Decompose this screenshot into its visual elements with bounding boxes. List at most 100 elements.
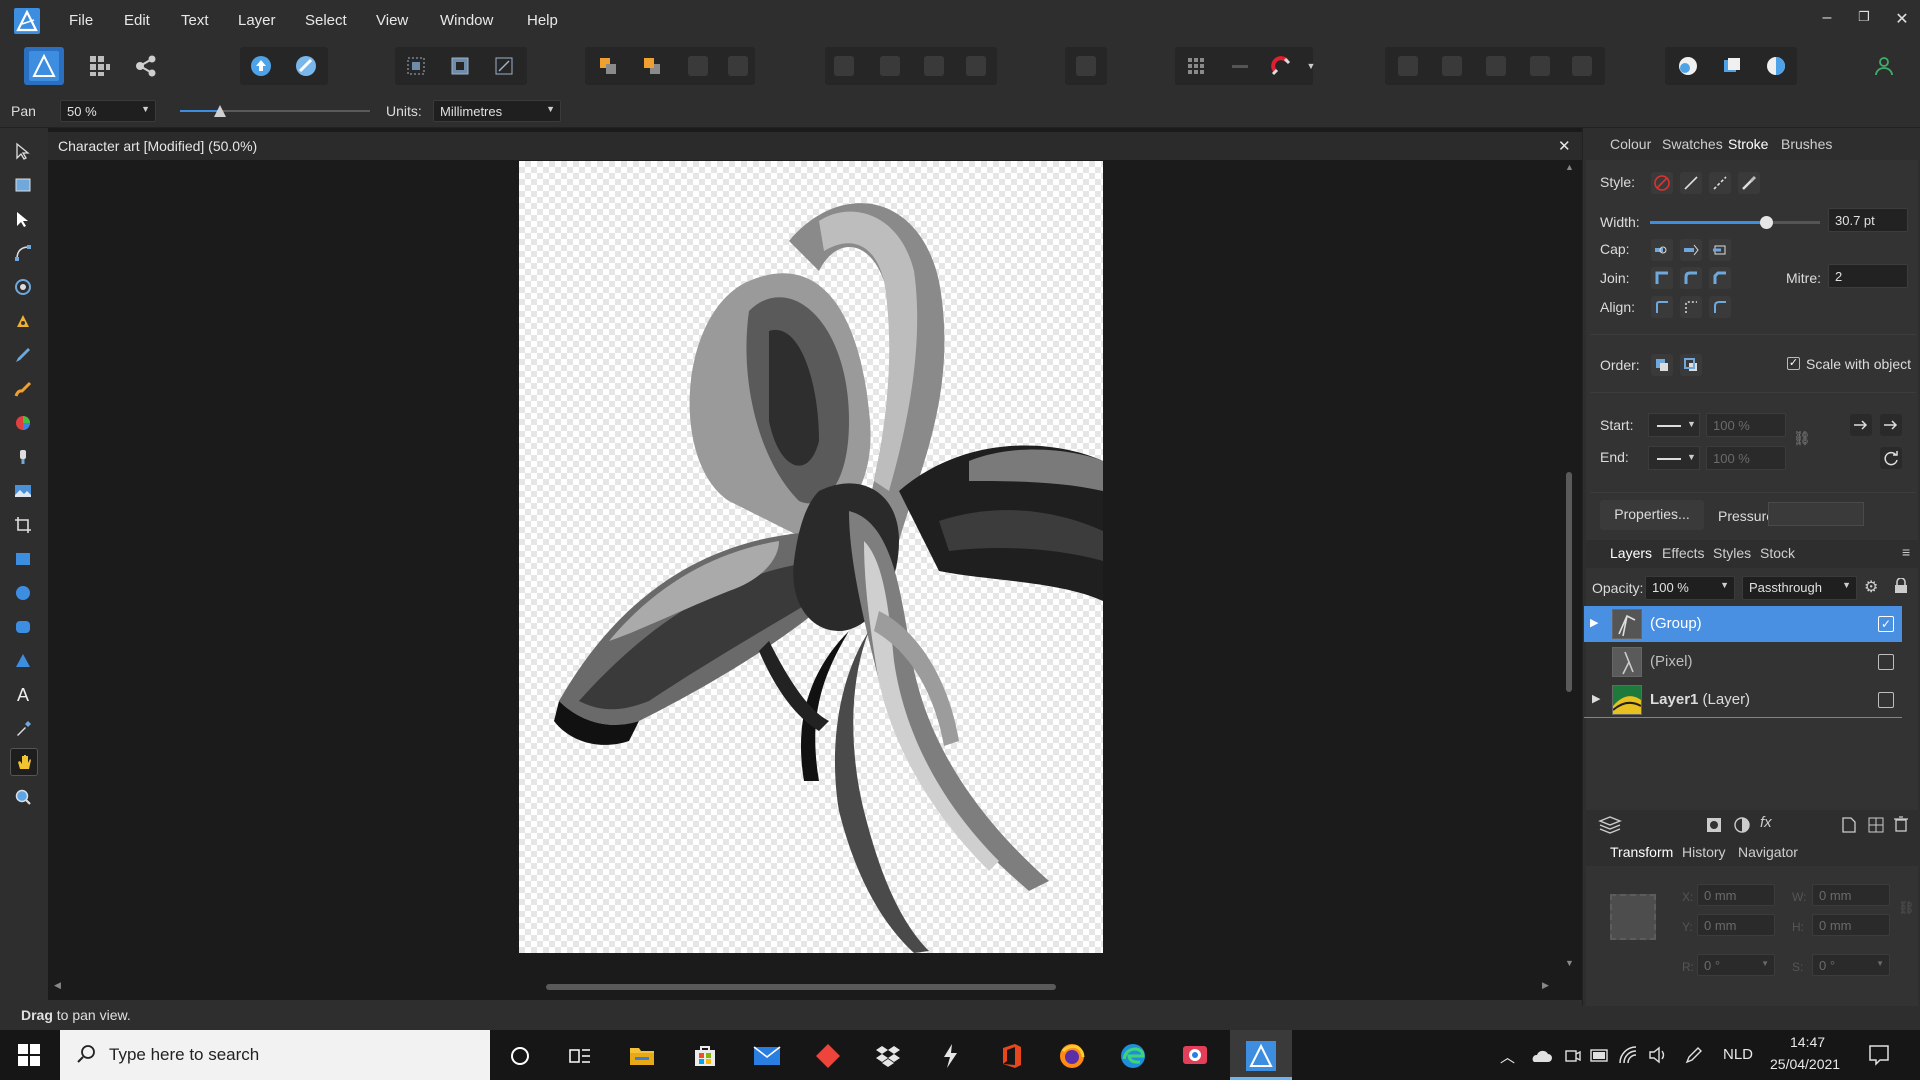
minimize-button[interactable]: – [1815, 9, 1839, 27]
volume-icon[interactable] [1648, 1046, 1668, 1067]
tab-stock[interactable]: Stock [1760, 545, 1795, 561]
flip-vertical-icon[interactable] [880, 56, 900, 76]
eyedropper-icon[interactable] [10, 716, 36, 742]
end-scale-field[interactable]: 100 % [1706, 446, 1786, 470]
menu-help[interactable]: Help [527, 12, 558, 29]
menu-window[interactable]: Window [440, 12, 493, 29]
pencil-tool-icon[interactable] [10, 342, 36, 368]
scale-with-object-checkbox[interactable]: ✓ [1787, 357, 1800, 370]
new-layer-icon[interactable] [1842, 817, 1856, 836]
document-canvas[interactable] [519, 161, 1103, 953]
gear-icon[interactable]: ⚙ [1864, 577, 1878, 597]
rotate-left-icon[interactable] [924, 56, 944, 76]
windows-start-icon[interactable] [18, 1044, 40, 1069]
upload-icon[interactable] [241, 47, 281, 85]
horizontal-scroll-thumb[interactable] [546, 984, 1056, 990]
tab-history[interactable]: History [1682, 844, 1726, 860]
tab-transform-label[interactable]: Transform [1610, 844, 1673, 860]
layer-visibility-checkbox[interactable] [1878, 654, 1894, 670]
lock-icon[interactable] [1894, 577, 1908, 597]
arrange-front-icon[interactable] [688, 56, 708, 76]
snap-options-icon[interactable] [1220, 47, 1260, 85]
corner-tool-icon[interactable] [10, 240, 36, 266]
w-field[interactable]: 0 mm [1812, 884, 1890, 906]
close-window-button[interactable]: ✕ [1890, 9, 1914, 29]
persona-pixel-icon[interactable] [80, 47, 120, 85]
tab-colour[interactable]: Colour [1610, 136, 1651, 152]
width-field[interactable]: 30.7 pt [1828, 208, 1908, 232]
account-icon[interactable] [1864, 47, 1904, 85]
task-view-icon[interactable] [565, 1041, 595, 1071]
hand-tool-icon[interactable] [10, 748, 38, 776]
restore-button[interactable]: ❐ [1852, 9, 1876, 25]
y-field[interactable]: 0 mm [1697, 914, 1775, 936]
file-explorer-icon[interactable] [627, 1041, 657, 1071]
round-cap-icon[interactable] [1680, 239, 1702, 261]
solid-line-icon[interactable] [1680, 172, 1702, 194]
rectangle-tool-icon[interactable] [10, 546, 36, 572]
firefox-icon[interactable] [1057, 1041, 1087, 1071]
lightning-app-icon[interactable] [935, 1041, 965, 1071]
bevel-join-icon[interactable] [1709, 267, 1731, 289]
pressure-graph[interactable] [1768, 502, 1864, 526]
tab-brushes[interactable]: Brushes [1781, 136, 1832, 152]
horizontal-scrollbar[interactable]: ◀ ▶ [52, 978, 1557, 996]
text-tool-icon[interactable]: A [10, 682, 36, 708]
mail-icon[interactable] [752, 1041, 782, 1071]
expand-icon[interactable]: ▶ [1592, 692, 1600, 705]
layer-visibility-checkbox[interactable]: ✓ [1878, 616, 1894, 632]
x-field[interactable]: 0 mm [1697, 884, 1775, 906]
triangle-tool-icon[interactable] [10, 648, 36, 674]
xor-icon[interactable] [1530, 56, 1550, 76]
pen-tool-icon[interactable] [10, 308, 36, 334]
menu-layer[interactable]: Layer [238, 12, 276, 29]
chevron-up-icon[interactable]: ︿ [1500, 1046, 1515, 1067]
dropbox-icon[interactable] [873, 1041, 903, 1071]
intersect-icon[interactable] [1486, 56, 1506, 76]
stroke-behind-icon[interactable] [1651, 354, 1673, 376]
arrange-forward-icon[interactable] [632, 47, 672, 85]
node-tool-icon[interactable] [10, 206, 36, 232]
place-image-icon[interactable] [10, 478, 36, 504]
properties-button[interactable]: Properties... [1600, 500, 1704, 530]
scroll-right-icon[interactable]: ▶ [1542, 980, 1549, 991]
scroll-down-icon[interactable]: ▼ [1565, 958, 1574, 968]
zoom-tool-icon[interactable] [10, 784, 36, 810]
subtract-icon[interactable] [1442, 56, 1462, 76]
link-icon[interactable]: ⛓ [1793, 430, 1811, 447]
affinity-designer-taskbar-icon[interactable] [1246, 1041, 1276, 1071]
miter-join-icon[interactable] [1651, 267, 1673, 289]
layers-stack-icon[interactable] [1598, 815, 1622, 838]
end-arrowhead-select[interactable]: ▼ [1648, 446, 1700, 470]
arrow-end-icon[interactable] [1880, 414, 1902, 436]
scroll-up-icon[interactable]: ▲ [1565, 162, 1574, 172]
menu-edit[interactable]: Edit [124, 12, 150, 29]
language-indicator[interactable]: NLD [1723, 1046, 1753, 1063]
layer-visibility-checkbox[interactable] [1878, 692, 1894, 708]
fill-tool-icon[interactable] [10, 410, 36, 436]
menu-view[interactable]: View [376, 12, 408, 29]
vertical-scroll-thumb[interactable] [1566, 472, 1572, 692]
vertical-scrollbar[interactable]: ▲ ▼ [1560, 162, 1578, 972]
swap-arrowheads-icon[interactable] [1880, 447, 1902, 469]
divide-icon[interactable] [1572, 56, 1592, 76]
add-icon[interactable] [1398, 56, 1418, 76]
layer-row-pixel[interactable]: (Pixel) [1584, 644, 1902, 680]
persona-export-icon[interactable] [126, 47, 166, 85]
no-stroke-icon[interactable] [1651, 172, 1673, 194]
office-icon[interactable] [997, 1041, 1027, 1071]
rounded-rectangle-icon[interactable] [10, 614, 36, 640]
tab-stroke[interactable]: Stroke [1728, 136, 1768, 152]
width-slider-knob[interactable] [1759, 216, 1773, 229]
microsoft-store-icon[interactable] [690, 1041, 720, 1071]
opacity-select[interactable]: 100 % ▼ [1645, 576, 1735, 600]
panel-menu-icon[interactable]: ≡ [1902, 544, 1910, 560]
select-all-icon[interactable] [396, 47, 436, 85]
rotate-right-icon[interactable] [966, 56, 986, 76]
pen-tray-icon[interactable] [1684, 1045, 1704, 1068]
transform-icon[interactable] [484, 47, 524, 85]
battery-icon[interactable] [1590, 1048, 1610, 1067]
snapping-dropdown-icon[interactable]: ▼ [1300, 47, 1322, 85]
point-transform-icon[interactable] [10, 274, 36, 300]
start-arrowhead-select[interactable]: ▼ [1648, 413, 1700, 437]
